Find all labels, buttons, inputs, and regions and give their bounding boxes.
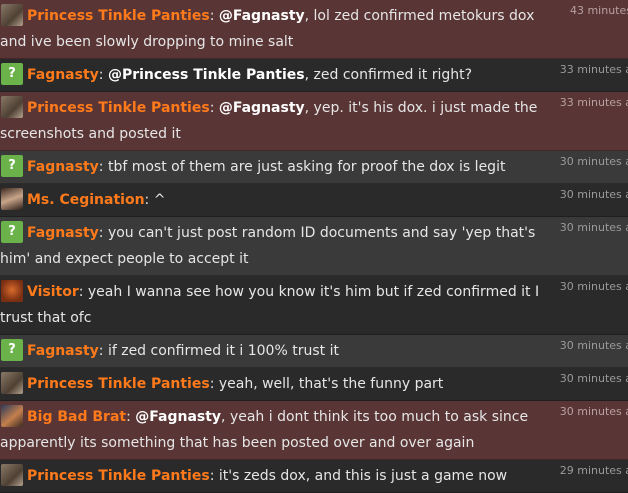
name-separator: : [126, 409, 136, 425]
mention-link[interactable]: @Fagnasty [135, 409, 221, 425]
name-separator: : [98, 67, 108, 83]
username-link[interactable]: Ms. Cegination [27, 192, 145, 208]
name-separator: : [209, 8, 219, 24]
chat-message: Princess Tinkle Panties: it's zeds dox, … [0, 460, 628, 493]
name-separator: : [209, 100, 219, 116]
timestamp: 30 minutes a [559, 221, 628, 234]
timestamp: 33 minutes a [559, 63, 628, 76]
username-link[interactable]: Princess Tinkle Panties [27, 468, 210, 484]
username-link[interactable]: Princess Tinkle Panties [27, 8, 210, 24]
visitor-avatar[interactable] [1, 280, 23, 302]
chat-message: ? Fagnasty: tbf most of them are just ask… [0, 151, 628, 184]
timestamp: 33 minutes a [559, 96, 628, 109]
username-link[interactable]: Fagnasty [27, 159, 99, 175]
username-link[interactable]: Big Bad Brat [27, 409, 126, 425]
message-text: : ^ [144, 192, 166, 208]
photo-avatar[interactable] [1, 4, 23, 26]
brat-avatar[interactable] [1, 405, 23, 427]
mention-link[interactable]: @Princess Tinkle Panties [108, 67, 305, 83]
chat-message: ? Fagnasty: you can't just post random ID… [0, 217, 628, 276]
photo-avatar[interactable] [1, 464, 23, 486]
message-text: : if zed confirmed it i 100% trust it [98, 343, 339, 359]
username-link[interactable]: Fagnasty [27, 67, 99, 83]
timestamp: 30 minutes a [559, 155, 628, 168]
mention-link[interactable]: @Fagnasty [219, 8, 305, 24]
photo-avatar[interactable] [1, 372, 23, 394]
username-link[interactable]: Fagnasty [27, 343, 99, 359]
timestamp: 30 minutes a [559, 339, 628, 352]
chat-log: Princess Tinkle Panties: @Fagnasty, lol … [0, 0, 628, 493]
question-avatar[interactable]: ? [1, 155, 23, 177]
cegination-avatar[interactable] [1, 188, 23, 210]
timestamp: 30 minutes a [559, 280, 628, 293]
username-link[interactable]: Princess Tinkle Panties [27, 100, 210, 116]
message-text: , zed confirmed it right? [304, 67, 473, 83]
timestamp: 29 minutes a [559, 464, 628, 477]
timestamp: 30 minutes a [559, 405, 628, 418]
chat-message: Big Bad Brat: @Fagnasty, yeah i dont thi… [0, 401, 628, 460]
username-link[interactable]: Princess Tinkle Panties [27, 376, 210, 392]
message-text: : yeah I wanna see how you know it's him… [0, 284, 540, 326]
message-text: : tbf most of them are just asking for p… [98, 159, 506, 175]
question-avatar[interactable]: ? [1, 63, 23, 85]
username-link[interactable]: Fagnasty [27, 225, 99, 241]
timestamp: 43 minutes [569, 4, 628, 17]
timestamp: 30 minutes a [559, 372, 628, 385]
chat-message: ? Fagnasty: @Princess Tinkle Panties, zed… [0, 59, 628, 92]
message-text: : yeah, well, that's the funny part [209, 376, 444, 392]
mention-link[interactable]: @Fagnasty [219, 100, 305, 116]
photo-avatar[interactable] [1, 96, 23, 118]
question-avatar[interactable]: ? [1, 221, 23, 243]
timestamp: 30 minutes a [559, 188, 628, 201]
chat-message: Princess Tinkle Panties: @Fagnasty, lol … [0, 0, 628, 59]
chat-message: Princess Tinkle Panties: yeah, well, tha… [0, 368, 628, 401]
chat-message: ? Fagnasty: if zed confirmed it i 100% tr… [0, 335, 628, 368]
username-link[interactable]: Visitor [27, 284, 79, 300]
chat-message: Ms. Cegination: ^ 30 minutes a [0, 184, 628, 217]
message-text: : it's zeds dox, and this is just a game… [209, 468, 508, 484]
question-avatar[interactable]: ? [1, 339, 23, 361]
chat-message: Visitor: yeah I wanna see how you know i… [0, 276, 628, 335]
chat-message: Princess Tinkle Panties: @Fagnasty, yep.… [0, 92, 628, 151]
